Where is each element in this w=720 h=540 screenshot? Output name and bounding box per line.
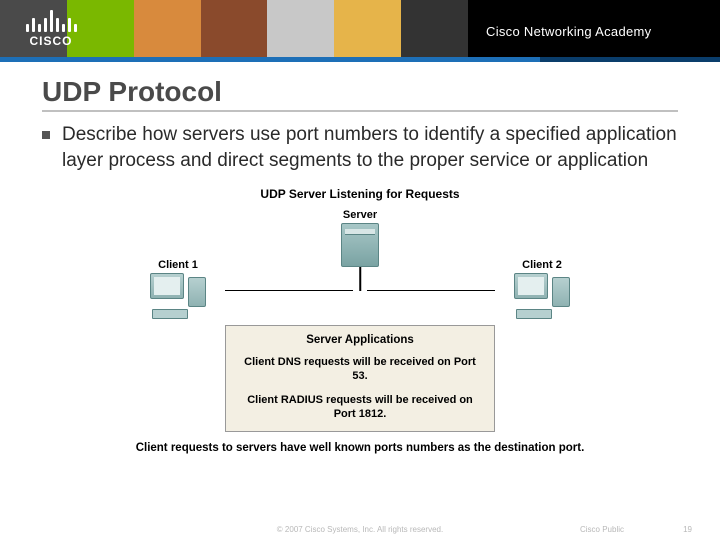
diagram-topology: Server Client 1 Client 2 <box>150 209 570 319</box>
academy-label: Cisco Networking Academy <box>468 0 720 62</box>
client1-icon <box>150 273 206 319</box>
client1-block: Client 1 <box>150 259 206 319</box>
cisco-logo-icon: CISCO <box>16 8 86 54</box>
slide-footer: © 2007 Cisco Systems, Inc. All rights re… <box>0 525 720 534</box>
client2-label: Client 2 <box>514 259 570 271</box>
diagram-title: UDP Server Listening for Requests <box>110 187 610 201</box>
banner-stripe <box>0 57 720 62</box>
cisco-logo-text: CISCO <box>29 34 72 48</box>
panel-title: Server Applications <box>236 334 484 346</box>
footer-copyright: © 2007 Cisco Systems, Inc. All rights re… <box>277 525 443 534</box>
bullet-square-icon <box>42 131 50 139</box>
server-icon <box>341 223 379 267</box>
client2-icon <box>514 273 570 319</box>
slide-body: UDP Protocol Describe how servers use po… <box>0 62 720 454</box>
footer-public: Cisco Public <box>580 525 624 534</box>
diagram-caption: Client requests to servers have well kno… <box>110 442 610 454</box>
footer-page-number: 19 <box>683 525 692 534</box>
client2-block: Client 2 <box>514 259 570 319</box>
server-applications-panel: Server Applications Client DNS requests … <box>225 325 495 432</box>
panel-line-radius: Client RADIUS requests will be received … <box>236 394 484 422</box>
wire-center <box>359 267 361 291</box>
client1-label: Client 1 <box>150 259 206 271</box>
wire-left <box>225 290 353 292</box>
slide-title: UDP Protocol <box>42 76 678 112</box>
server-block: Server <box>341 209 379 267</box>
wire-right <box>367 290 495 292</box>
server-label: Server <box>341 209 379 221</box>
diagram: UDP Server Listening for Requests Server… <box>110 187 610 454</box>
panel-line-dns: Client DNS requests will be received on … <box>236 356 484 384</box>
header-banner: CISCO Cisco Networking Academy <box>0 0 720 62</box>
bullet-text: Describe how servers use port numbers to… <box>62 122 678 173</box>
slide-bullet: Describe how servers use port numbers to… <box>42 122 678 173</box>
